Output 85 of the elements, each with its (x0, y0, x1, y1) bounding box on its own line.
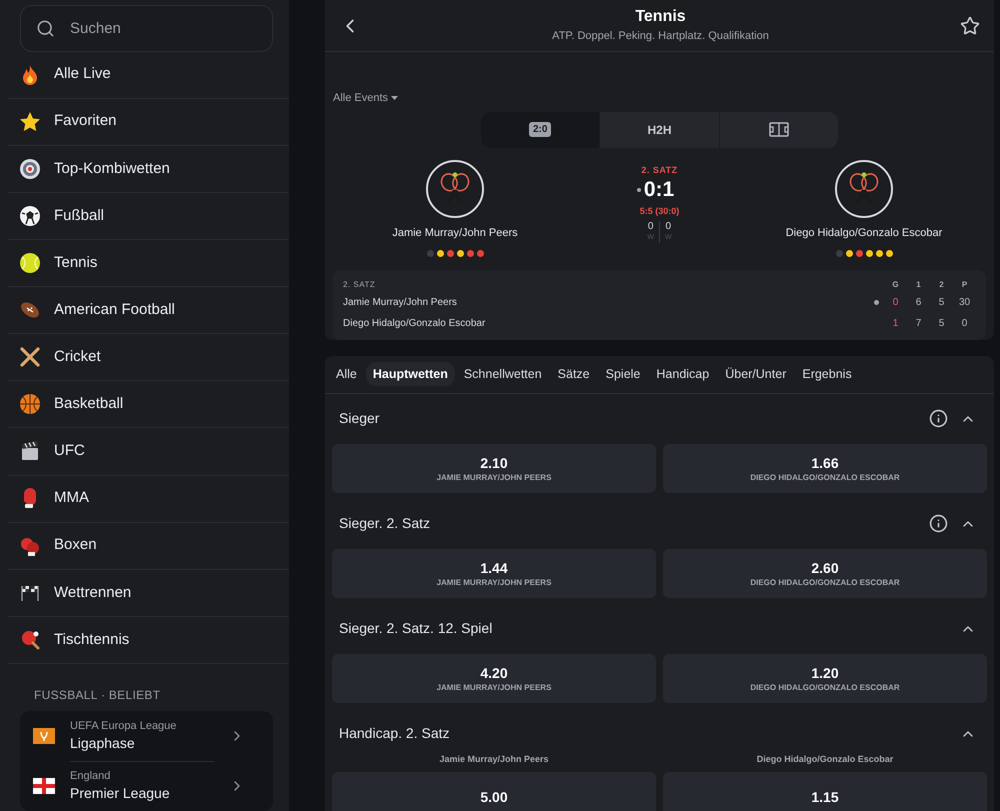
market-tab[interactable]: Handicap (649, 362, 716, 386)
info-icon[interactable] (929, 409, 948, 428)
odds-button[interactable]: 1.66 DIEGO HIDALGO/GONZALO ESCOBAR (663, 444, 987, 492)
team-name: Diego Hidalgo/Gonzalo Escobar (786, 226, 942, 240)
soccer-ball-icon (19, 204, 41, 227)
sidebar-item[interactable]: Alle Live (7, 52, 289, 99)
outcome-header: Diego Hidalgo/Gonzalo Escobar (756, 752, 894, 766)
market-tab[interactable]: Spiele (598, 362, 648, 386)
column-header: P (960, 278, 968, 290)
sidebar-item[interactable]: Top-Kombiwetten (7, 146, 289, 193)
market-tab[interactable]: Über/Unter (718, 362, 794, 386)
column-header: G (891, 278, 900, 290)
view-tab[interactable]: 2:0 (481, 112, 600, 148)
score-cell-text: 30 (958, 296, 972, 310)
star-icon (19, 110, 41, 133)
sidebar-item[interactable]: Cricket (7, 334, 289, 382)
market-title: Handicap. 2. Satz (339, 724, 451, 743)
set-label: 2. SATZ (641, 164, 678, 176)
score-cell-text: 0 (892, 296, 900, 310)
market-tab[interactable]: Alle (329, 362, 364, 386)
score-cell-text: 5 (938, 296, 946, 310)
match-score: 0:1 (644, 177, 674, 203)
odds-button[interactable]: 5.00 (332, 772, 656, 811)
event-subtitle: ATP. Doppel. Peking. Hartplatz. Qualifikation (552, 29, 769, 44)
market-tab[interactable]: Schnellwetten (456, 362, 549, 386)
sidebar-item[interactable]: Favoriten (7, 98, 289, 146)
market-tab[interactable]: Sätze (550, 362, 597, 386)
league-name: Ligaphase (70, 734, 136, 753)
league-country: UEFA Europa League (70, 718, 178, 733)
search-icon (36, 19, 55, 38)
clapperboard-icon (19, 440, 41, 462)
ping-pong-paddle-icon (19, 628, 41, 651)
sidebar-item[interactable]: Boxen (7, 522, 289, 570)
market-title: Sieger (339, 409, 380, 428)
info-icon[interactable] (929, 514, 948, 533)
sidebar-item[interactable]: Basketball (7, 381, 289, 428)
odds-button[interactable]: 1.20 DIEGO HIDALGO/GONZALO ESCOBAR (663, 654, 987, 702)
trophy-icon (33, 728, 55, 744)
favorite-star-icon[interactable] (960, 16, 980, 36)
score-cell-text: 5 (938, 316, 946, 330)
league-name: Premier League (70, 784, 171, 804)
sidebar-item[interactable]: Fußball (7, 192, 289, 240)
league-item[interactable]: UEFA Europa League Ligaphase (20, 710, 273, 761)
dartboard-icon (19, 158, 41, 180)
tennis-ball-icon (19, 252, 41, 274)
column-header: 2 (938, 278, 945, 290)
search-field[interactable]: Suchen (20, 5, 273, 52)
market-title: Sieger. 2. Satz (339, 514, 432, 533)
odds-button[interactable]: 4.20 JAMIE MURRAY/JOHN PEERS (332, 654, 656, 702)
odds-button[interactable]: 2.60 DIEGO HIDALGO/GONZALO ESCOBAR (663, 548, 987, 598)
odds-button[interactable]: 1.44 JAMIE MURRAY/JOHN PEERS (332, 548, 656, 598)
scoreboard-title: 2. SATZ (343, 278, 376, 290)
market-tab[interactable]: Ergebnis (795, 362, 859, 386)
outcome-header: Jamie Murray/John Peers (438, 752, 550, 766)
section-title: FUSSBALL · BELIEBT (34, 686, 162, 704)
team-name: Jamie Murray/John Peers (392, 226, 518, 240)
sidebar-item[interactable]: Tennis (7, 240, 289, 288)
flag-icon (33, 778, 55, 794)
wins-value: 0 (666, 220, 672, 232)
sidebar-item[interactable]: Tischtennis (7, 616, 289, 664)
events-filter[interactable]: Alle Events (333, 90, 398, 106)
league-country: England (70, 769, 112, 784)
event-title: Tennis (635, 7, 686, 28)
score-cell-text: 6 (914, 296, 922, 310)
scoreboard-team: Jamie Murray/John Peers (343, 296, 458, 310)
odds-button[interactable]: 1.15 (663, 772, 987, 811)
court-icon (768, 122, 789, 137)
odds-button[interactable]: 2.10 JAMIE MURRAY/JOHN PEERS (332, 444, 656, 492)
basketball-icon (19, 393, 41, 416)
sidebar-item[interactable]: Wettrennen (7, 570, 289, 617)
score-cell-text: 7 (914, 316, 922, 330)
sidebar-item[interactable]: MMA (7, 476, 289, 523)
game-score: 5:5 (30:0) (640, 205, 680, 218)
cricket-bats-icon (19, 346, 41, 368)
league-item[interactable]: England Premier League (20, 760, 273, 811)
scoreboard-team: Diego Hidalgo/Gonzalo Escobar (343, 316, 486, 330)
market-tab[interactable]: Hauptwetten (366, 362, 455, 386)
score-cell-text: 1 (892, 316, 900, 330)
market-title: Sieger. 2. Satz. 12. Spiel (339, 619, 494, 638)
column-header: 1 (915, 278, 922, 290)
dropdown-caret-icon (391, 96, 398, 100)
sidebar-item[interactable]: UFC (7, 428, 289, 476)
wins-value: 0 (648, 220, 654, 232)
sidebar-item[interactable]: American Football (7, 287, 289, 334)
score-cell-text: 0 (960, 316, 968, 330)
